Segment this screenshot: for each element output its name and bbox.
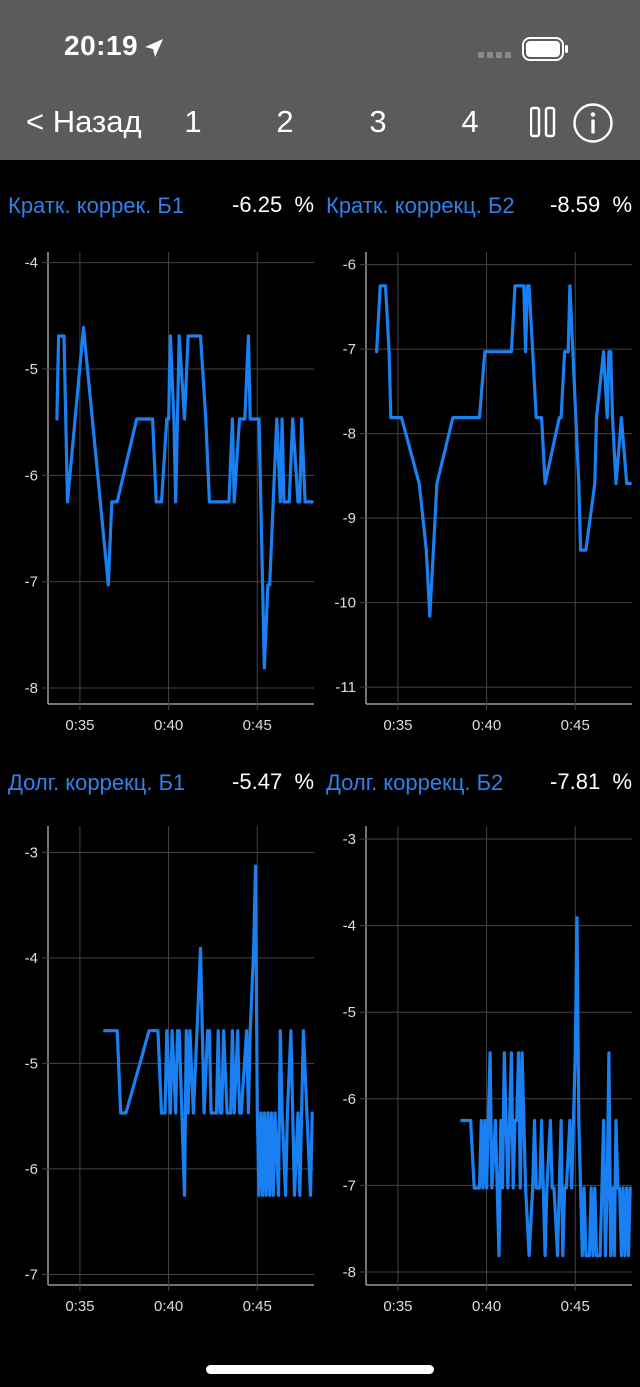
y-tick-label-long-b1: -4 [25,950,38,967]
x-tick-label-long-b2: 0:35 [383,1298,412,1315]
x-tick-label-short-b1: 0:40 [154,717,183,734]
y-tick-label-short-b1: -4 [25,255,38,272]
chart-long-b1: -3 -4 -5 -6 -7 0:35 0:40 0:45 [25,826,314,1315]
y-tick-label-long-b2: -6 [343,1091,356,1108]
series-line-long-b1 [103,864,314,1197]
chart-long-b2: -3 -4 -5 -6 -7 -8 0:35 0:40 0:45 [343,826,632,1315]
y-tick-label-short-b1: -7 [25,574,38,591]
y-tick-label-long-b1: -5 [25,1055,38,1072]
y-tick-label-long-b1: -3 [25,844,38,861]
series-line-short-b2 [375,284,632,618]
x-tick-label-long-b1: 0:35 [65,1298,94,1315]
x-tick-label-long-b2: 0:40 [472,1298,501,1315]
chart-short-b1: -4 -5 -6 -7 -8 0:35 0:40 0:45 [25,252,314,734]
y-tick-label-long-b1: -7 [25,1266,38,1283]
x-tick-label-short-b1: 0:45 [243,717,272,734]
x-tick-label-long-b1: 0:40 [154,1298,183,1315]
x-tick-label-short-b2: 0:40 [472,717,501,734]
series-line-short-b1 [55,325,314,670]
y-tick-label-short-b1: -5 [25,361,38,378]
home-indicator[interactable] [206,1365,434,1374]
y-tick-label-long-b2: -8 [343,1264,356,1281]
y-tick-label-short-b1: -8 [25,680,38,697]
charts-canvas: -4 -5 -6 -7 -8 0:35 0:40 0:45 -6 -7 -8 -9 -10 -11 0:35… [25,252,632,1315]
y-tick-label-short-b2: -8 [343,426,356,443]
x-tick-label-long-b1: 0:45 [243,1298,272,1315]
y-tick-label-short-b1: -6 [25,467,38,484]
y-tick-label-short-b2: -7 [343,341,356,358]
chart-short-b2: -6 -7 -8 -9 -10 -11 0:35 0:40 0:45 [334,252,632,734]
y-tick-label-short-b2: -10 [334,595,356,612]
x-tick-label-short-b2: 0:45 [561,717,590,734]
y-tick-label-long-b2: -5 [343,1004,356,1021]
y-tick-label-short-b2: -6 [343,257,356,274]
y-tick-label-short-b2: -9 [343,510,356,527]
y-tick-label-long-b2: -3 [343,831,356,848]
y-tick-label-long-b2: -7 [343,1177,356,1194]
x-tick-label-short-b2: 0:35 [383,717,412,734]
y-tick-label-long-b2: -4 [343,918,356,935]
y-tick-label-long-b1: -6 [25,1161,38,1178]
x-tick-label-short-b1: 0:35 [65,717,94,734]
x-tick-label-long-b2: 0:45 [561,1298,590,1315]
y-tick-label-short-b2: -11 [335,679,356,696]
